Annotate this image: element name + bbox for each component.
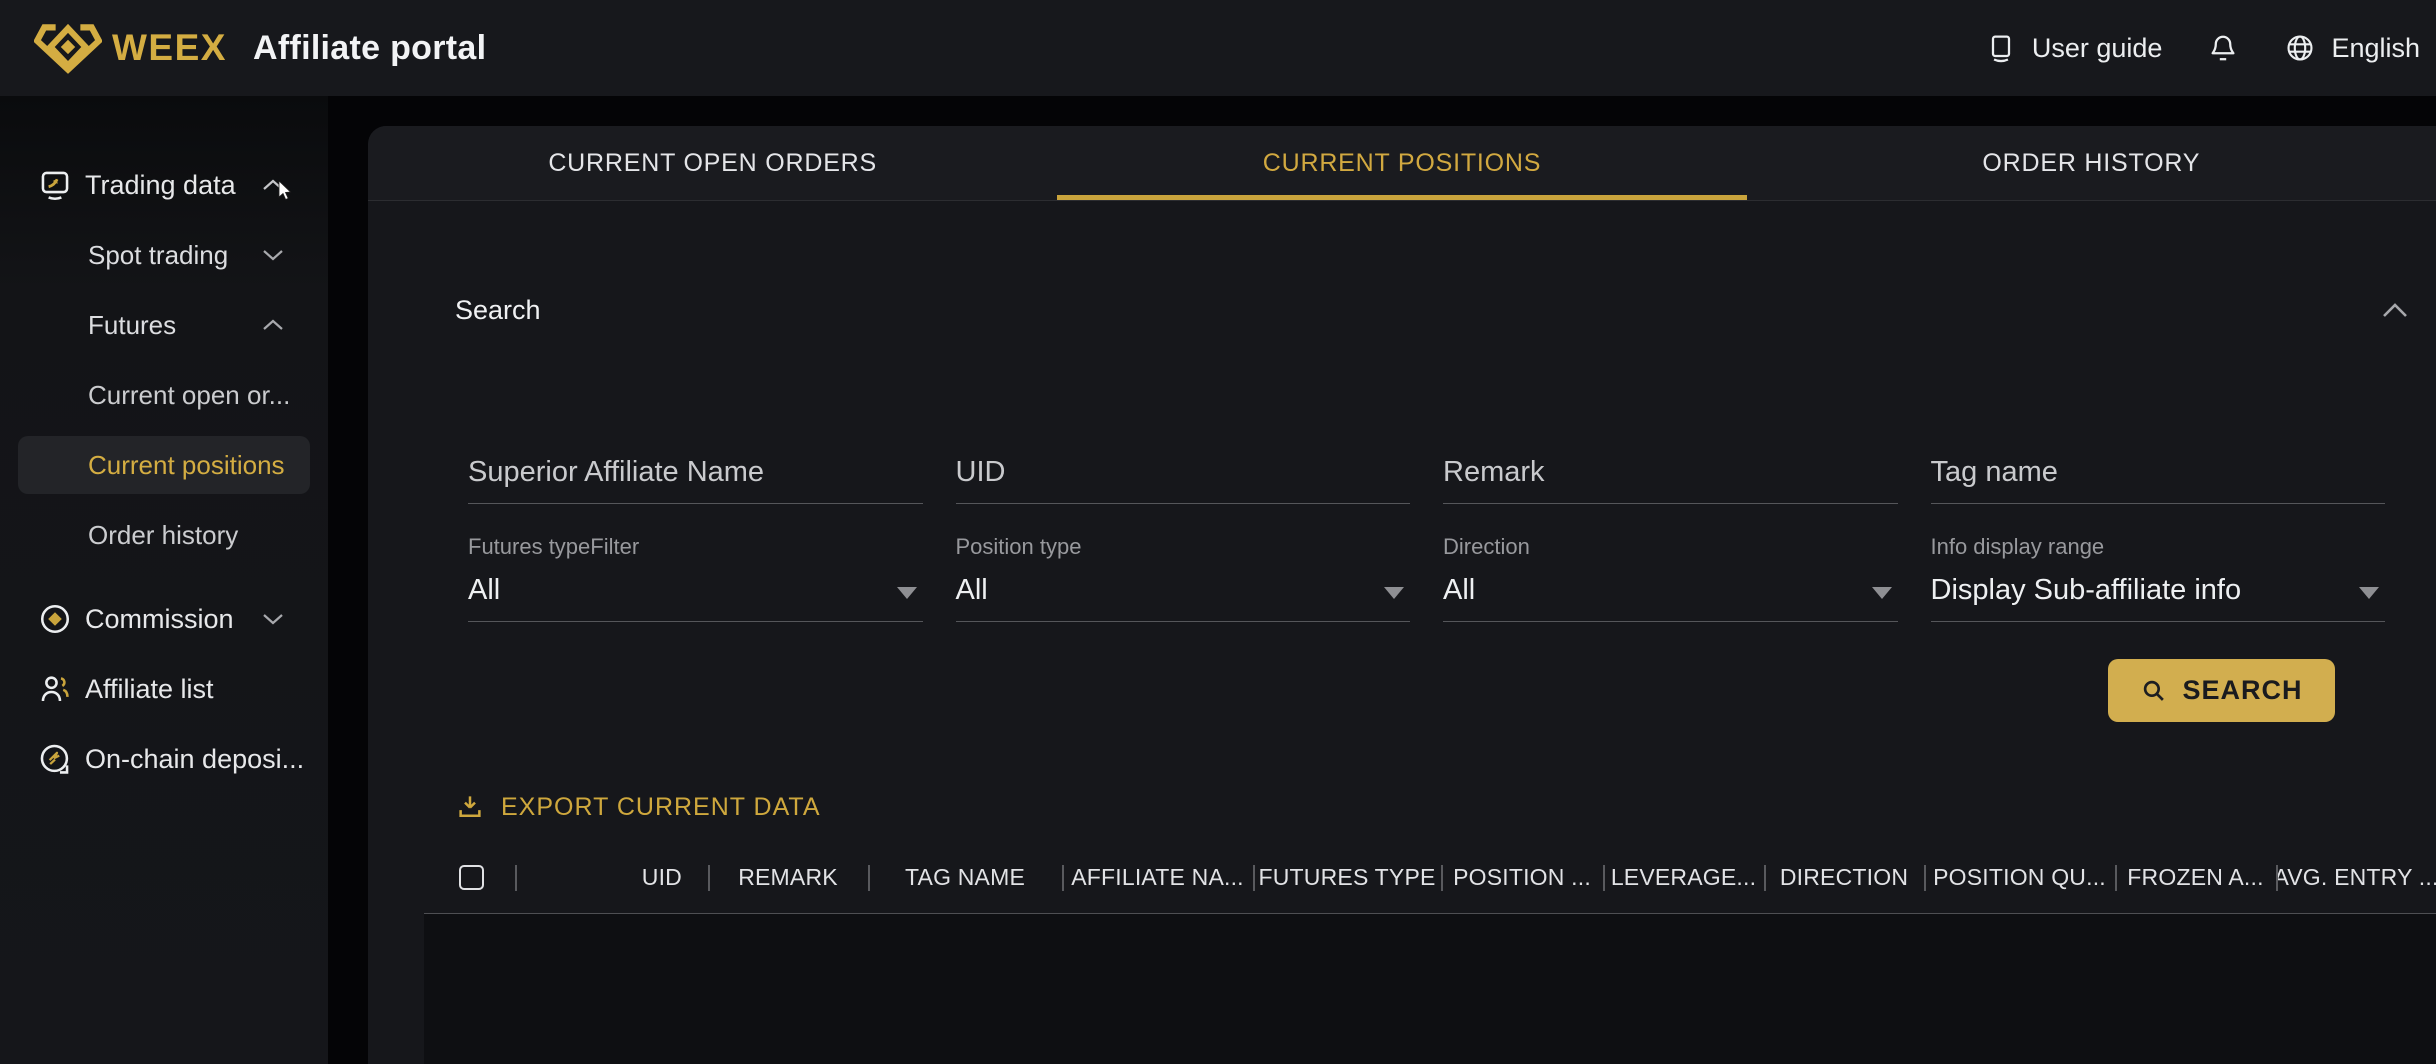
table-body-empty xyxy=(424,914,2436,1064)
sidebar-item-label: Order history xyxy=(88,520,238,551)
caret-down-icon xyxy=(1384,587,1404,599)
column-header-position[interactable]: POSITION ... xyxy=(1441,842,1603,913)
monitor-chart-icon xyxy=(38,168,72,202)
sidebar-item-label: Commission xyxy=(85,604,234,635)
info-display-range-select[interactable]: Info display range Display Sub-affiliate… xyxy=(1931,534,2386,622)
search-section-title: Search xyxy=(455,295,541,326)
sidebar-item-label: Affiliate list xyxy=(85,674,214,705)
column-header-tag-name[interactable]: TAG NAME xyxy=(868,842,1062,913)
sidebar-item-label: Futures xyxy=(88,310,176,341)
search-filters: Futures typeFilter All Position type All… xyxy=(368,456,2436,722)
caret-down-icon xyxy=(1872,587,1892,599)
tab-current-positions[interactable]: CURRENT POSITIONS xyxy=(1057,126,1746,200)
tab-current-open-orders[interactable]: CURRENT OPEN ORDERS xyxy=(368,126,1057,200)
bell-icon[interactable] xyxy=(2207,32,2239,64)
column-header-remark[interactable]: REMARK xyxy=(708,842,868,913)
field-tag-name xyxy=(1931,456,2386,504)
tab-label: CURRENT POSITIONS xyxy=(1263,149,1541,178)
sidebar-item-label: Current positions xyxy=(88,450,285,481)
language-label: English xyxy=(2331,33,2420,64)
select-label: Futures typeFilter xyxy=(468,534,923,560)
user-guide-link[interactable]: User guide xyxy=(1985,32,2163,64)
main-panel: CURRENT OPEN ORDERS CURRENT POSITIONS OR… xyxy=(368,126,2436,1064)
sidebar-item-affiliate-list[interactable]: Affiliate list xyxy=(0,654,328,724)
positions-table: UID REMARK TAG NAME AFFILIATE NA... FUTU… xyxy=(424,842,2436,1064)
search-button[interactable]: SEARCH xyxy=(2108,659,2335,722)
position-type-select[interactable]: Position type All xyxy=(956,534,1411,622)
tag-name-input[interactable] xyxy=(1931,456,2386,489)
sidebar-item-onchain-deposit[interactable]: On-chain deposi... xyxy=(0,724,328,794)
sidebar-item-commission[interactable]: Commission xyxy=(0,584,328,654)
column-header-leverage[interactable]: LEVERAGE... xyxy=(1603,842,1764,913)
brand: WEEX Affiliate portal xyxy=(34,21,486,75)
sidebar-item-current-positions[interactable]: Current positions xyxy=(18,436,310,494)
table-header-row: UID REMARK TAG NAME AFFILIATE NA... FUTU… xyxy=(424,842,2436,914)
tab-bar: CURRENT OPEN ORDERS CURRENT POSITIONS OR… xyxy=(368,126,2436,201)
export-current-data-button[interactable]: EXPORT CURRENT DATA xyxy=(455,792,2436,822)
sidebar-item-spot-trading[interactable]: Spot trading xyxy=(0,220,328,290)
field-uid xyxy=(956,456,1411,504)
column-header-uid[interactable]: UID xyxy=(515,842,708,913)
export-label: EXPORT CURRENT DATA xyxy=(501,793,821,822)
field-remark xyxy=(1443,456,1898,504)
magnifier-icon xyxy=(2140,677,2168,705)
remark-input[interactable] xyxy=(1443,456,1898,489)
futures-type-select[interactable]: Futures typeFilter All xyxy=(468,534,923,622)
tab-label: ORDER HISTORY xyxy=(1982,149,2200,178)
column-header-frozen-amount[interactable]: FROZEN A... xyxy=(2115,842,2276,913)
page-title: Affiliate portal xyxy=(253,29,486,68)
sidebar: Trading data Spot trading Futures Curren… xyxy=(0,96,328,1064)
sidebar-item-label: Trading data xyxy=(85,170,236,201)
diamond-circle-icon xyxy=(38,602,72,636)
select-value: Display Sub-affiliate info xyxy=(1931,574,2386,607)
language-switcher[interactable]: English xyxy=(2284,32,2420,64)
sidebar-item-label: Spot trading xyxy=(88,240,228,271)
column-header-position-qty[interactable]: POSITION QU... xyxy=(1924,842,2115,913)
book-icon xyxy=(1985,32,2017,64)
column-header-avg-entry[interactable]: AVG. ENTRY ... xyxy=(2276,842,2436,913)
select-all-cell xyxy=(424,865,515,890)
column-header-direction[interactable]: DIRECTION xyxy=(1764,842,1924,913)
user-guide-label: User guide xyxy=(2032,33,2163,64)
column-header-futures-type[interactable]: FUTURES TYPE xyxy=(1253,842,1441,913)
select-label: Direction xyxy=(1443,534,1898,560)
tab-label: CURRENT OPEN ORDERS xyxy=(548,149,877,178)
chevron-up-icon xyxy=(262,319,284,331)
chevron-down-icon xyxy=(262,249,284,261)
sidebar-item-order-history[interactable]: Order history xyxy=(0,500,328,570)
field-superior-affiliate-name xyxy=(468,456,923,504)
sidebar-item-label: On-chain deposi... xyxy=(85,744,304,775)
direction-select[interactable]: Direction All xyxy=(1443,534,1898,622)
mouse-cursor xyxy=(278,181,294,203)
select-value: All xyxy=(468,574,923,607)
sidebar-item-current-open-orders[interactable]: Current open or... xyxy=(0,360,328,430)
superior-affiliate-name-input[interactable] xyxy=(468,456,923,489)
caret-down-icon xyxy=(897,587,917,599)
select-value: All xyxy=(956,574,1411,607)
globe-icon xyxy=(2284,32,2316,64)
brand-name: WEEX xyxy=(112,27,227,69)
people-icon xyxy=(38,672,72,706)
uid-input[interactable] xyxy=(956,456,1411,489)
column-header-affiliate-name[interactable]: AFFILIATE NA... xyxy=(1062,842,1253,913)
sidebar-item-futures[interactable]: Futures xyxy=(0,290,328,360)
chevron-down-icon xyxy=(262,613,284,625)
select-label: Position type xyxy=(956,534,1411,560)
select-value: All xyxy=(1443,574,1898,607)
search-button-label: SEARCH xyxy=(2182,675,2302,706)
coin-transfer-icon xyxy=(38,742,72,776)
top-bar: WEEX Affiliate portal User guide English xyxy=(0,0,2436,96)
select-label: Info display range xyxy=(1931,534,2386,560)
download-icon xyxy=(455,792,485,822)
select-all-checkbox[interactable] xyxy=(459,865,484,890)
tab-order-history[interactable]: ORDER HISTORY xyxy=(1747,126,2436,200)
weex-logo-icon xyxy=(34,21,102,75)
caret-down-icon xyxy=(2359,587,2379,599)
sidebar-item-label: Current open or... xyxy=(88,380,290,411)
collapse-panel-icon[interactable] xyxy=(2382,303,2408,318)
